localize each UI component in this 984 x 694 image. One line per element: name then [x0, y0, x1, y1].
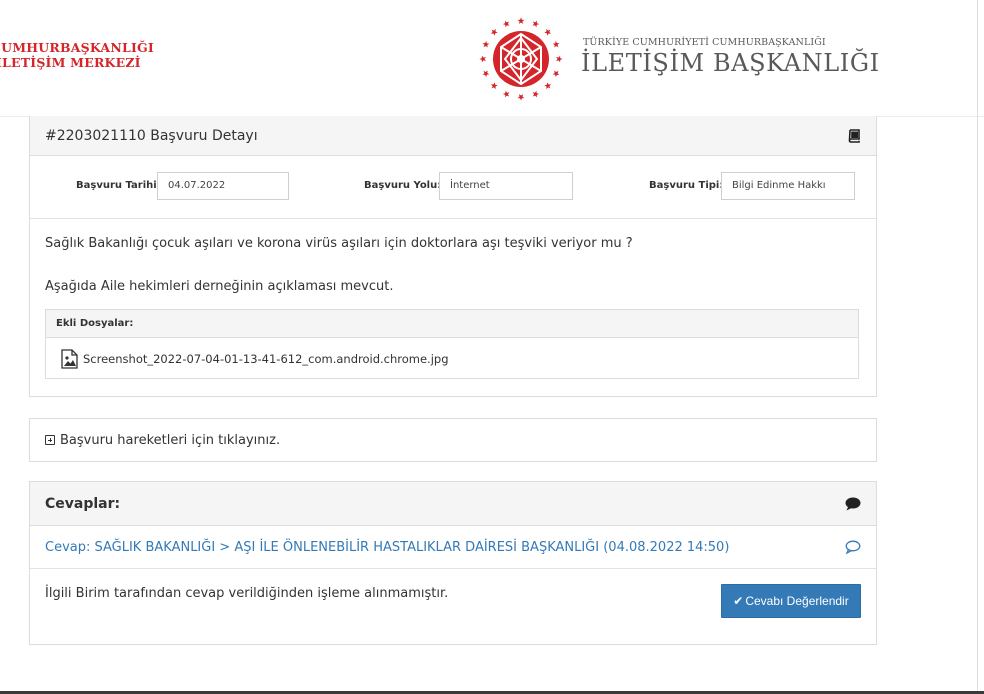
application-detail-header: #2203021110 Başvuru Detayı — [30, 116, 876, 156]
answers-header: Cevaplar: — [30, 482, 876, 526]
channel-field[interactable]: İnternet — [439, 172, 573, 200]
application-detail-panel: #2203021110 Başvuru Detayı Başvuru Tarih… — [29, 116, 877, 397]
answer-header[interactable]: Cevap: SAĞLIK BAKANLIĞI > AŞI İLE ÖNLENE… — [30, 526, 876, 569]
question-note: Aşağıda Aile hekimleri derneğinin açıkla… — [45, 279, 394, 294]
answers-title: Cevaplar: — [45, 495, 121, 512]
attachments-box: Ekli Dosyalar: Screenshot_2022-07-04-01-… — [45, 309, 859, 379]
type-label: Başvuru Tipi: — [649, 180, 724, 191]
institution-title: İLETİŞİM BAŞKANLIĞI — [581, 49, 880, 77]
application-fields: Başvuru Tarihi: 04.07.2022 Başvuru Yolu:… — [30, 156, 876, 219]
site-header: CUMHURBAŞKANLIĞI İLETİŞİM MERKEZİ TÜRKİY… — [0, 0, 984, 117]
history-toggle-label[interactable]: Başvuru hareketleri için tıklayınız. — [60, 433, 280, 448]
logo-star — [517, 94, 525, 101]
logo-star — [532, 20, 540, 28]
type-field[interactable]: Bilgi Edinme Hakkı — [721, 172, 855, 200]
answers-panel: Cevaplar: Cevap: SAĞLIK BAKANLIĞI > AŞI … — [29, 481, 877, 645]
logo-star — [479, 55, 486, 63]
channel-label: Başvuru Yolu: — [364, 180, 442, 191]
left-brand-line1: CUMHURBAŞKANLIĞI — [0, 40, 154, 55]
plus-square-icon[interactable] — [45, 435, 55, 445]
logo-star — [544, 28, 552, 36]
comment-icon — [845, 497, 861, 510]
institution-subtitle: TÜRKİYE CUMHURİYETİ CUMHURBAŞKANLIĞI — [583, 37, 826, 48]
rate-answer-label[interactable]: Cevabı Değerlendir — [745, 594, 848, 608]
logo-star — [502, 90, 510, 98]
check-icon: ✔ — [733, 594, 744, 608]
logo-star — [544, 82, 552, 90]
attachment-item[interactable]: Screenshot_2022-07-04-01-13-41-612_com.a… — [46, 338, 858, 380]
image-file-icon — [61, 349, 78, 369]
logo-star — [552, 40, 560, 48]
left-brand-text: CUMHURBAŞKANLIĞI İLETİŞİM MERKEZİ — [0, 40, 154, 70]
history-panel: Başvuru hareketleri için tıklayınız. — [29, 418, 877, 462]
attachment-filename[interactable]: Screenshot_2022-07-04-01-13-41-612_com.a… — [83, 352, 449, 366]
logo-star — [556, 55, 563, 63]
logo-star — [552, 70, 560, 78]
history-toggle[interactable]: Başvuru hareketleri için tıklayınız. — [30, 419, 876, 461]
comment-outline-icon — [845, 540, 861, 554]
question-text: Sağlık Bakanlığı çocuk aşıları ve korona… — [45, 236, 633, 251]
rate-answer-button[interactable]: ✔ Cevabı Değerlendir — [721, 584, 861, 618]
application-question: Sağlık Bakanlığı çocuk aşıları ve korona… — [30, 219, 876, 297]
logo-star — [482, 70, 490, 78]
logo-star — [482, 40, 490, 48]
logo-star — [490, 28, 498, 36]
left-brand-line2: İLETİŞİM MERKEZİ — [0, 55, 141, 70]
answer-header-text[interactable]: Cevap: SAĞLIK BAKANLIĞI > AŞI İLE ÖNLENE… — [45, 540, 729, 555]
answer-text: İlgili Birim tarafından cevap verildiğin… — [45, 586, 449, 601]
answer-body: İlgili Birim tarafından cevap verildiğin… — [30, 569, 876, 643]
logo-star — [517, 17, 525, 24]
logo-star — [502, 20, 510, 28]
book-icon — [848, 128, 860, 143]
logo-star — [532, 90, 540, 98]
page-divider — [977, 0, 978, 694]
date-field[interactable]: 04.07.2022 — [157, 172, 289, 200]
date-label: Başvuru Tarihi: — [76, 180, 161, 191]
attachments-label: Ekli Dosyalar: — [46, 310, 858, 338]
star-seal-logo — [479, 17, 563, 101]
logo-star — [490, 82, 498, 90]
application-title: #2203021110 Başvuru Detayı — [45, 127, 258, 144]
